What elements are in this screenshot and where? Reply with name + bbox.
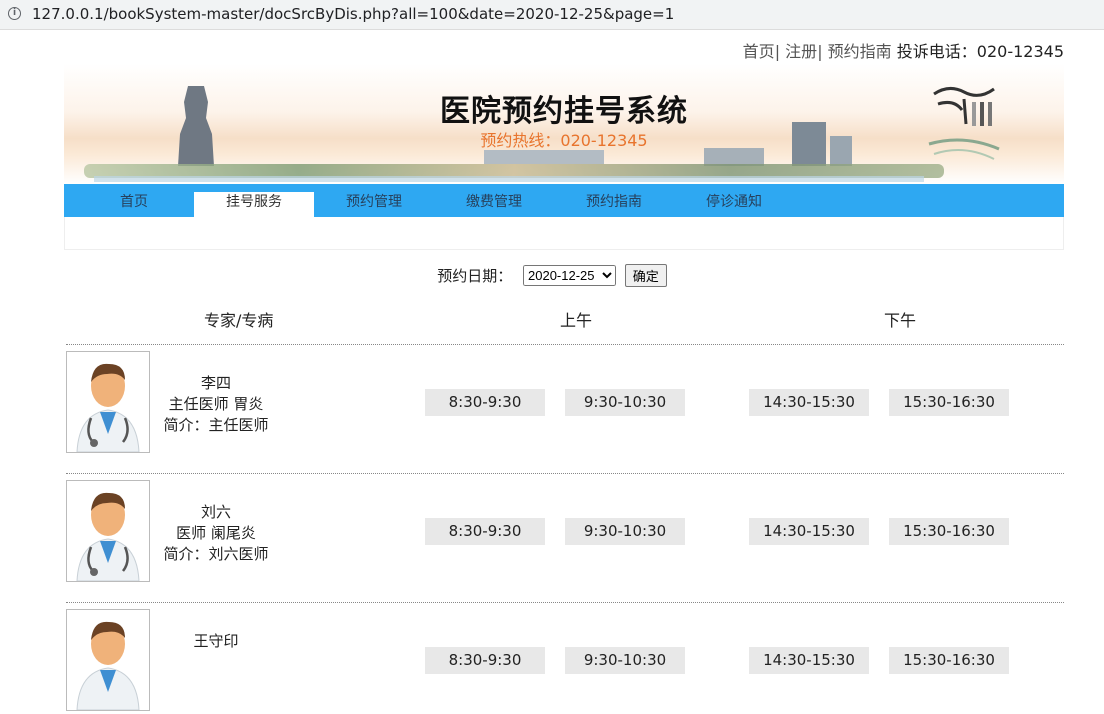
doctor-title: 主任医师 胃炎 (168, 395, 264, 413)
doctor-icon (76, 363, 140, 453)
row-divider (66, 344, 1064, 345)
doctor-name: 李四 (200, 374, 231, 392)
time-slot-button[interactable]: 15:30-16:30 (889, 647, 1009, 674)
separator: | (817, 42, 823, 61)
doctor-avatar (66, 480, 150, 582)
url-text[interactable]: 127.0.0.1/bookSystem-master/docSrcByDis.… (32, 5, 674, 23)
column-header-morning: 上午 (560, 311, 593, 330)
site-title: 医院预约挂号系统 (440, 94, 688, 129)
separator: | (774, 42, 781, 61)
hotline-text: 预约热线：020-12345 (480, 131, 648, 150)
nav-item-guide[interactable]: 预约指南 (554, 192, 674, 217)
info-icon[interactable]: i (8, 7, 21, 20)
nav-item-home[interactable]: 首页 (74, 192, 194, 217)
time-slot-button[interactable]: 15:30-16:30 (889, 389, 1009, 416)
time-slot-button[interactable]: 8:30-9:30 (425, 518, 545, 545)
doctor-info: 王守印 (156, 631, 276, 652)
home-link[interactable]: 首页 (743, 42, 775, 61)
confirm-button[interactable]: 确定 (624, 264, 667, 287)
top-links: 首页| 注册| 预约指南 投诉电话：020-12345 (743, 38, 1064, 62)
building-illustration (484, 150, 604, 164)
time-slot-button[interactable]: 14:30-15:30 (749, 389, 869, 416)
time-slot-button[interactable]: 15:30-16:30 (889, 518, 1009, 545)
doctor-title: 医师 阑尾炎 (176, 524, 256, 542)
browser-address-bar: i 127.0.0.1/bookSystem-master/docSrcByDi… (0, 0, 1104, 30)
doctor-row: 李四 主任医师 胃炎 简介：主任医师 8:30-9:30 9:30-10:30 … (66, 346, 1064, 456)
doctor-avatar (66, 609, 150, 711)
row-divider (66, 473, 1064, 474)
nav-item-payments[interactable]: 缴费管理 (434, 192, 554, 217)
time-slot-button[interactable]: 9:30-10:30 (565, 518, 685, 545)
doctor-info: 刘六 医师 阑尾炎 简介：刘六医师 (156, 502, 276, 565)
time-slot-button[interactable]: 14:30-15:30 (749, 518, 869, 545)
date-select[interactable]: 2020-12-25 (523, 265, 616, 286)
nav-item-suspension-notice[interactable]: 停诊通知 (674, 192, 794, 217)
date-filter: 预约日期： 2020-12-25 确定 (0, 264, 1104, 287)
doctor-intro: 简介：主任医师 (163, 416, 269, 434)
column-header-afternoon: 下午 (884, 311, 917, 330)
doctor-icon (76, 492, 140, 582)
main-nav: 首页 挂号服务 预约管理 缴费管理 预约指南 停诊通知 (64, 184, 1064, 217)
row-divider (66, 602, 1064, 603)
time-slot-button[interactable]: 9:30-10:30 (565, 647, 685, 674)
doctor-name: 王守印 (193, 632, 239, 650)
doctor-intro: 简介：刘六医师 (163, 545, 269, 563)
doctor-avatar (66, 351, 150, 453)
header-banner: 医院预约挂号系统 预约热线：020-12345 (64, 64, 1064, 184)
nav-item-appointments[interactable]: 预约管理 (314, 192, 434, 217)
nav-item-registration[interactable]: 挂号服务 (194, 192, 314, 217)
time-slot-button[interactable]: 8:30-9:30 (425, 389, 545, 416)
banner-water (94, 176, 924, 182)
guide-link[interactable]: 预约指南 (828, 42, 892, 61)
doctor-row: 刘六 医师 阑尾炎 简介：刘六医师 8:30-9:30 9:30-10:30 1… (66, 475, 1064, 585)
date-label: 预约日期： (437, 267, 513, 285)
time-slot-button[interactable]: 8:30-9:30 (425, 647, 545, 674)
time-slot-button[interactable]: 14:30-15:30 (749, 647, 869, 674)
doctor-name: 刘六 (200, 503, 231, 521)
column-header-expert: 专家/专病 (204, 311, 274, 330)
register-link[interactable]: 注册 (785, 42, 817, 61)
doctor-info: 李四 主任医师 胃炎 简介：主任医师 (156, 373, 276, 436)
doctor-row: 王守印 8:30-9:30 9:30-10:30 14:30-15:30 15:… (66, 604, 1064, 714)
sub-nav-area (64, 217, 1064, 250)
doctor-icon (76, 621, 140, 711)
time-slot-button[interactable]: 9:30-10:30 (565, 389, 685, 416)
complaint-phone: 投诉电话：020-12345 (896, 42, 1064, 61)
